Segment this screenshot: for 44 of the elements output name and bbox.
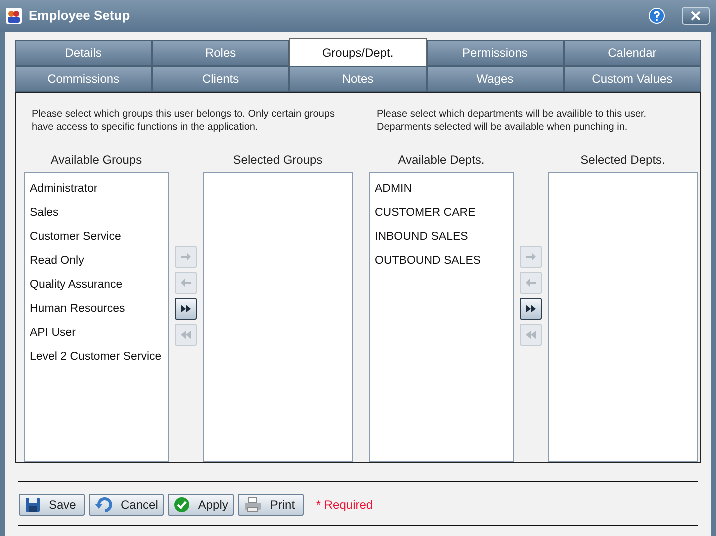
footer-button[interactable]: Cancel bbox=[89, 494, 164, 516]
tab[interactable]: Groups/Dept. bbox=[289, 38, 427, 66]
list-item[interactable]: Read Only bbox=[25, 249, 168, 273]
list-item[interactable]: OUTBOUND SALES bbox=[370, 249, 513, 273]
move-button[interactable] bbox=[520, 298, 542, 320]
arrow-icon bbox=[524, 328, 538, 342]
list-heading: Selected Groups bbox=[233, 152, 323, 169]
list-box[interactable] bbox=[203, 172, 353, 462]
list-item[interactable]: API User bbox=[25, 321, 168, 345]
list-item[interactable]: Sales bbox=[25, 201, 168, 225]
list-item[interactable]: Administrator bbox=[25, 177, 168, 201]
list-box[interactable]: ADMIN CUSTOMER CARE INBOUND SALES OUTBOUND SALES bbox=[369, 172, 514, 462]
list-heading: Available Depts. bbox=[398, 152, 485, 169]
list-heading: Selected Depts. bbox=[580, 152, 666, 169]
arrow-icon bbox=[179, 250, 193, 264]
footer-button[interactable]: Print bbox=[238, 494, 304, 516]
instruction-text: Please select which groups this user belongs to. Only certain groups have access to specific functions in the application. bbox=[32, 108, 336, 135]
list-item[interactable]: Human Resources bbox=[25, 297, 168, 321]
people-icon bbox=[6, 8, 22, 24]
footer-button[interactable]: Save bbox=[19, 494, 85, 516]
list-heading: Available Groups bbox=[50, 152, 142, 169]
undo-icon bbox=[95, 497, 113, 513]
help-icon[interactable] bbox=[649, 8, 665, 24]
list-item[interactable]: ADMIN bbox=[370, 177, 513, 201]
close-button[interactable] bbox=[682, 7, 710, 25]
list-item[interactable]: INBOUND SALES bbox=[370, 225, 513, 249]
arrow-icon bbox=[524, 302, 538, 316]
list-item[interactable]: Level 2 Customer Service bbox=[25, 345, 168, 369]
list-item[interactable]: Quality Assurance bbox=[25, 273, 168, 297]
arrow-icon bbox=[524, 250, 538, 264]
move-button[interactable] bbox=[175, 298, 197, 320]
list-item[interactable]: CUSTOMER CARE bbox=[370, 201, 513, 225]
printer-icon bbox=[244, 497, 262, 513]
close-icon bbox=[691, 11, 701, 21]
instruction-text: Please select which departments will be availible to this user. Deparments selected will be available when punching in. bbox=[377, 108, 648, 135]
window-title: Employee Setup bbox=[29, 7, 130, 26]
list-item[interactable]: Customer Service bbox=[25, 225, 168, 249]
list-box[interactable]: Administrator Sales Customer Service Read Only Quality Assurance Human Resources API User Level 2 Customer Service bbox=[24, 172, 169, 462]
footer-button[interactable]: Apply bbox=[168, 494, 234, 516]
arrow-icon bbox=[179, 328, 193, 342]
required-note: * Required bbox=[316, 497, 374, 514]
check-icon bbox=[174, 497, 190, 513]
list-box[interactable] bbox=[548, 172, 698, 462]
arrow-icon bbox=[179, 302, 193, 316]
